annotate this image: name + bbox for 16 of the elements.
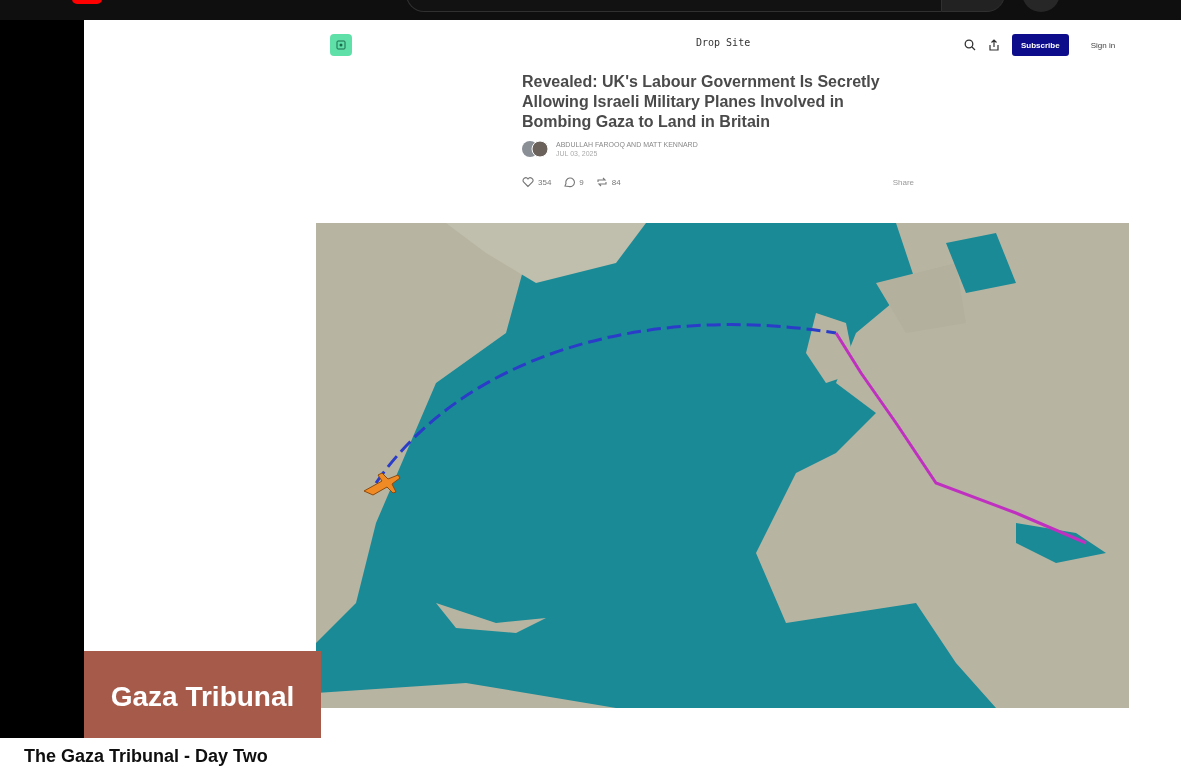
- heart-count: 354: [538, 177, 552, 187]
- site-name[interactable]: Drop Site: [696, 37, 751, 48]
- search-icon[interactable]: [964, 39, 976, 51]
- video-title: The Gaza Tribunal - Day Two: [24, 745, 269, 767]
- heart-icon[interactable]: [522, 176, 534, 188]
- comment-count: 9: [579, 177, 584, 187]
- headline: Revealed: UK's Labour Government Is Secretly Allowing Israeli Military Planes Involved in Bombing Gaza to Land in Britain: [522, 72, 881, 132]
- share-icon[interactable]: [988, 39, 1000, 51]
- site-logo-icon[interactable]: [330, 34, 352, 56]
- repeat-count: 84: [611, 177, 621, 187]
- sign-in-link[interactable]: Sign in: [1090, 40, 1116, 50]
- author-avatars-icon: [522, 140, 548, 158]
- subscribe-button[interactable]: Subscribe: [1012, 34, 1069, 56]
- overlay-banner: Gaza Tribunal: [84, 651, 321, 738]
- comment-icon[interactable]: [563, 176, 576, 188]
- repeat-icon[interactable]: [595, 176, 608, 188]
